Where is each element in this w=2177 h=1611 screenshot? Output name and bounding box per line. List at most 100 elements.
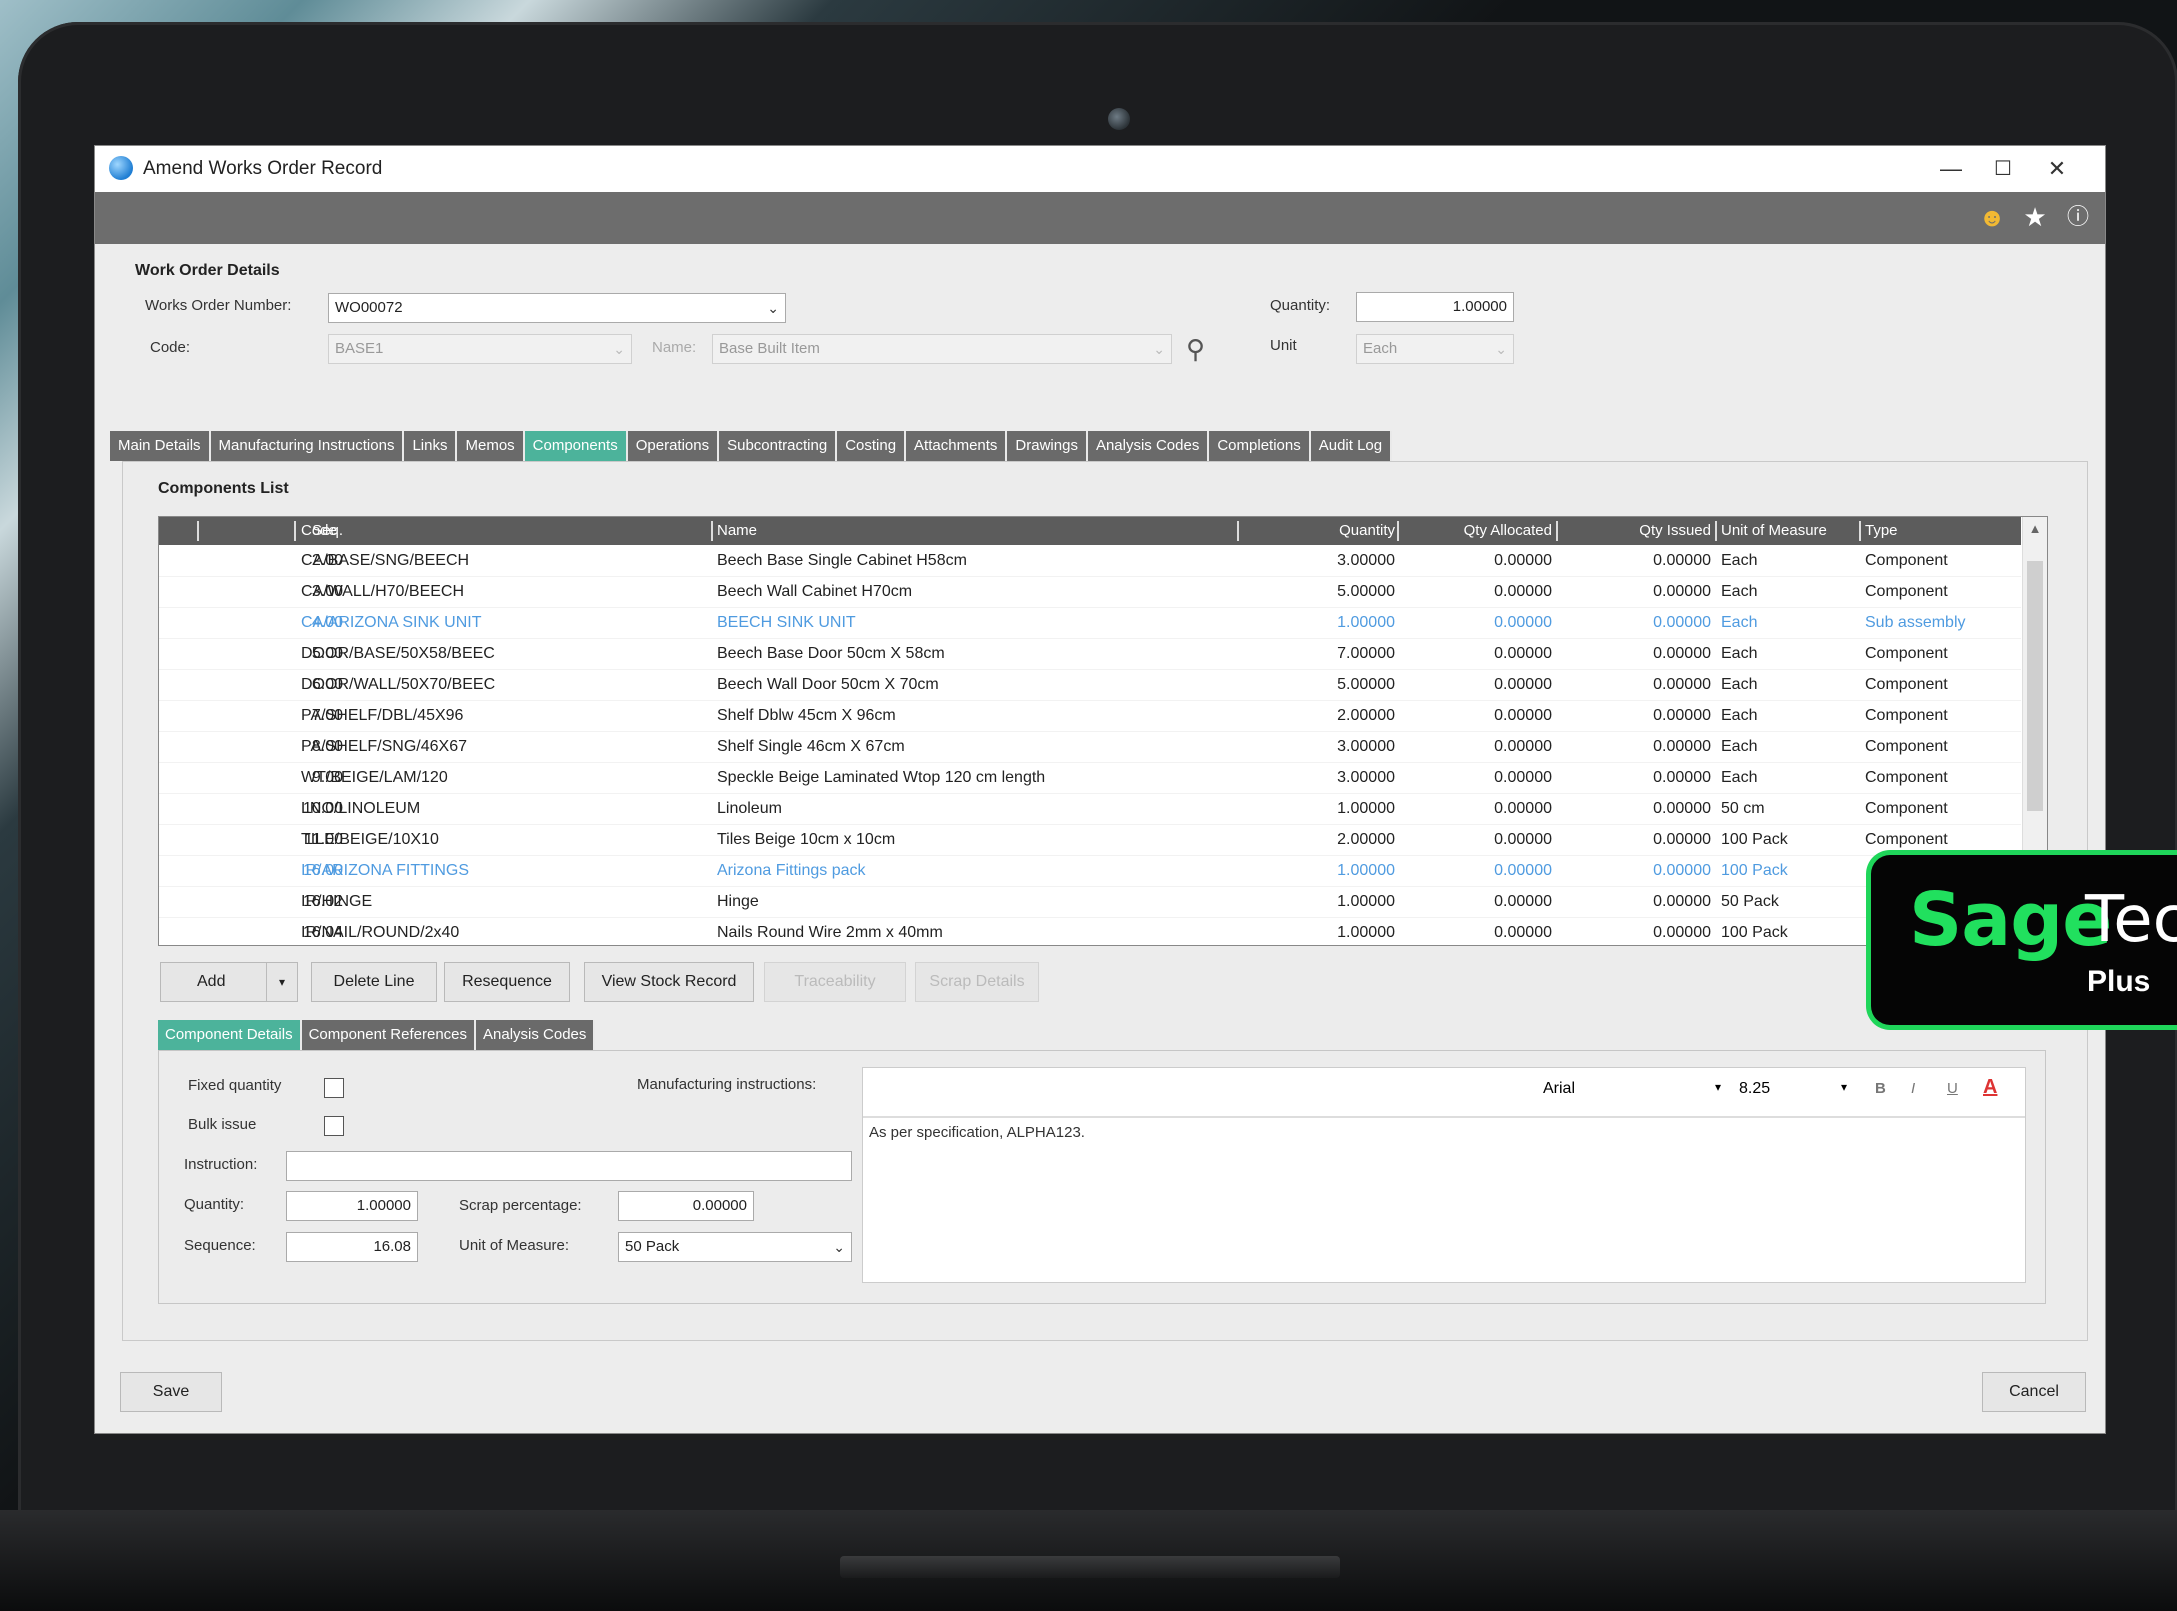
table-row[interactable]: 16.02 IR/HINGE Hinge 1.00000 0.00000 0.00000 5…: [159, 886, 2021, 918]
table-row[interactable]: 11.00 TILE/BEIGE/10X10 Tiles Beige 10cm x …: [159, 824, 2021, 856]
cell-qty-issued: 0.00000: [1653, 924, 1711, 941]
table-row[interactable]: 5.00 DOOR/BASE/50X58/BEEC Beech Base Door …: [159, 638, 2021, 670]
cell-name: Tiles Beige 10cm x 10cm: [717, 831, 896, 848]
italic-button[interactable]: I: [1911, 1080, 1915, 1097]
tab-operations[interactable]: Operations: [627, 431, 720, 461]
tab-component-analysis-codes[interactable]: Analysis Codes: [476, 1020, 596, 1050]
scroll-thumb[interactable]: [2027, 561, 2043, 811]
bold-button[interactable]: B: [1875, 1080, 1886, 1097]
font-color-icon[interactable]: A: [1983, 1076, 1997, 1099]
save-button[interactable]: Save: [120, 1372, 222, 1412]
resequence-button[interactable]: Resequence: [444, 962, 570, 1002]
quantity-field[interactable]: 1.00000: [1356, 292, 1514, 322]
font-size-select[interactable]: 8.25: [1739, 1080, 1770, 1098]
instruction-label: Instruction:: [184, 1156, 258, 1173]
scrap-percentage-input[interactable]: 0.00000: [618, 1191, 754, 1221]
cell-name: Beech Wall Cabinet H70cm: [717, 583, 913, 600]
cell-uom: 50 cm: [1721, 800, 1765, 817]
add-button[interactable]: Add ▾: [160, 962, 298, 1002]
table-row[interactable]: 4.00 CA/ARIZONA SINK UNIT BEECH SINK UNIT 1…: [159, 607, 2021, 639]
works-order-number-label: Works Order Number:: [145, 297, 292, 314]
tab-analysis-codes[interactable]: Analysis Codes: [1087, 431, 1210, 461]
instruction-input[interactable]: [286, 1151, 852, 1181]
col-name[interactable]: Name: [717, 517, 757, 545]
table-row[interactable]: 16.04 IR/NAIL/ROUND/2x40 Nails Round Wire …: [159, 917, 2021, 945]
tab-completions[interactable]: Completions: [1209, 431, 1311, 461]
underline-button[interactable]: U: [1947, 1080, 1958, 1097]
fixed-quantity-checkbox[interactable]: [324, 1078, 344, 1098]
delete-line-button[interactable]: Delete Line: [311, 962, 437, 1002]
table-row[interactable]: 2.00 CA/BASE/SNG/BEECH Beech Base Single C…: [159, 545, 2021, 577]
cancel-button[interactable]: Cancel: [1982, 1372, 2086, 1412]
tab-links[interactable]: Links: [404, 431, 458, 461]
main-tabs: Main Details Manufacturing Instructions …: [110, 431, 1393, 461]
table-row[interactable]: 7.00 PA/SHELF/DBL/45X96 Shelf Dblw 45cm X …: [159, 700, 2021, 732]
tab-components[interactable]: Components: [524, 431, 628, 461]
star-icon[interactable]: ★: [2020, 202, 2050, 232]
scrap-percentage-label: Scrap percentage:: [459, 1197, 582, 1214]
cell-quantity: 2.00000: [1337, 707, 1395, 724]
tab-main-details[interactable]: Main Details: [110, 431, 211, 461]
tab-audit-log[interactable]: Audit Log: [1310, 431, 1393, 461]
cell-qty-issued: 0.00000: [1653, 831, 1711, 848]
tab-attachments[interactable]: Attachments: [906, 431, 1008, 461]
unit-label: Unit: [1270, 337, 1297, 354]
tab-component-details[interactable]: Component Details: [158, 1020, 302, 1050]
col-type[interactable]: Type: [1865, 517, 1898, 545]
cell-code: CA/WALL/H70/BEECH: [301, 583, 465, 600]
works-order-number-select[interactable]: WO00072 ⌄: [328, 293, 786, 323]
table-row[interactable]: 6.00 DOOR/WALL/50X70/BEEC Beech Wall Door …: [159, 669, 2021, 701]
tab-memos[interactable]: Memos: [457, 431, 525, 461]
cell-name: Hinge: [717, 893, 759, 910]
bulk-issue-checkbox[interactable]: [324, 1116, 344, 1136]
chevron-down-icon[interactable]: ▾: [266, 963, 297, 1001]
search-icon[interactable]: ⚲: [1186, 334, 1205, 365]
column-separator: [294, 521, 296, 541]
tab-component-references[interactable]: Component References: [301, 1020, 477, 1050]
cell-qty-issued: 0.00000: [1653, 707, 1711, 724]
scroll-up-icon[interactable]: ▲: [2023, 517, 2047, 541]
chevron-down-icon: ⌄: [1495, 341, 1507, 357]
name-select[interactable]: Base Built Item ⌄: [712, 334, 1172, 364]
cell-type: Component: [1865, 552, 1948, 569]
table-row[interactable]: 16.00 IR/ARIZONA FITTINGS Arizona Fittings…: [159, 855, 2021, 887]
smiley-icon[interactable]: ☻: [1977, 202, 2007, 232]
column-separator: [1397, 521, 1399, 541]
help-icon[interactable]: ⓘ: [2063, 202, 2093, 232]
tab-drawings[interactable]: Drawings: [1007, 431, 1088, 461]
col-qty-allocated[interactable]: Qty Allocated: [1404, 517, 1552, 545]
tab-manufacturing-instructions[interactable]: Manufacturing Instructions: [210, 431, 405, 461]
table-row[interactable]: 3.00 CA/WALL/H70/BEECH Beech Wall Cabinet …: [159, 576, 2021, 608]
view-stock-record-button[interactable]: View Stock Record: [584, 962, 754, 1002]
manufacturing-instructions-editor[interactable]: Arial ▾ 8.25 ▾ B I U A As per specificat…: [862, 1067, 2026, 1283]
cell-name: Shelf Single 46cm X 67cm: [717, 738, 905, 755]
minimize-button[interactable]: —: [1929, 152, 1973, 186]
col-unit-of-measure[interactable]: Unit of Measure: [1721, 517, 1827, 545]
unit-select[interactable]: Each ⌄: [1356, 334, 1514, 364]
col-code[interactable]: Code: [301, 517, 337, 545]
maximize-button[interactable]: ☐: [1981, 152, 2025, 186]
tab-costing[interactable]: Costing: [837, 431, 907, 461]
sequence-label: Sequence:: [184, 1237, 256, 1254]
code-select[interactable]: BASE1 ⌄: [328, 334, 632, 364]
table-row[interactable]: 9.00 WT/BEIGE/LAM/120 Speckle Beige Lamina…: [159, 762, 2021, 794]
cell-qty-allocated: 0.00000: [1494, 738, 1552, 755]
unit-of-measure-select[interactable]: 50 Pack ⌄: [618, 1232, 852, 1262]
scrap-details-button[interactable]: Scrap Details: [915, 962, 1039, 1002]
table-row[interactable]: 10.00 LNO/LINOLEUM Linoleum 1.00000 0.00000 0…: [159, 793, 2021, 825]
component-quantity-input[interactable]: 1.00000: [286, 1191, 418, 1221]
col-quantity[interactable]: Quantity: [1249, 517, 1395, 545]
table-row[interactable]: 8.00 PA/SHELF/SNG/46X67 Shelf Single 46cm …: [159, 731, 2021, 763]
close-button[interactable]: ✕: [2035, 152, 2079, 186]
col-qty-issued[interactable]: Qty Issued: [1561, 517, 1711, 545]
tab-subcontracting[interactable]: Subcontracting: [719, 431, 838, 461]
chevron-down-icon[interactable]: ▾: [1715, 1080, 1721, 1094]
cell-type: Sub assembly: [1865, 614, 1966, 631]
cell-code: PA/SHELF/SNG/46X67: [301, 738, 467, 755]
font-name-select[interactable]: Arial: [1543, 1080, 1575, 1098]
sequence-input[interactable]: 16.08: [286, 1232, 418, 1262]
cell-type: Component: [1865, 707, 1948, 724]
chevron-down-icon[interactable]: ▾: [1841, 1080, 1847, 1094]
component-quantity-label: Quantity:: [184, 1196, 245, 1213]
traceability-button[interactable]: Traceability: [764, 962, 906, 1002]
